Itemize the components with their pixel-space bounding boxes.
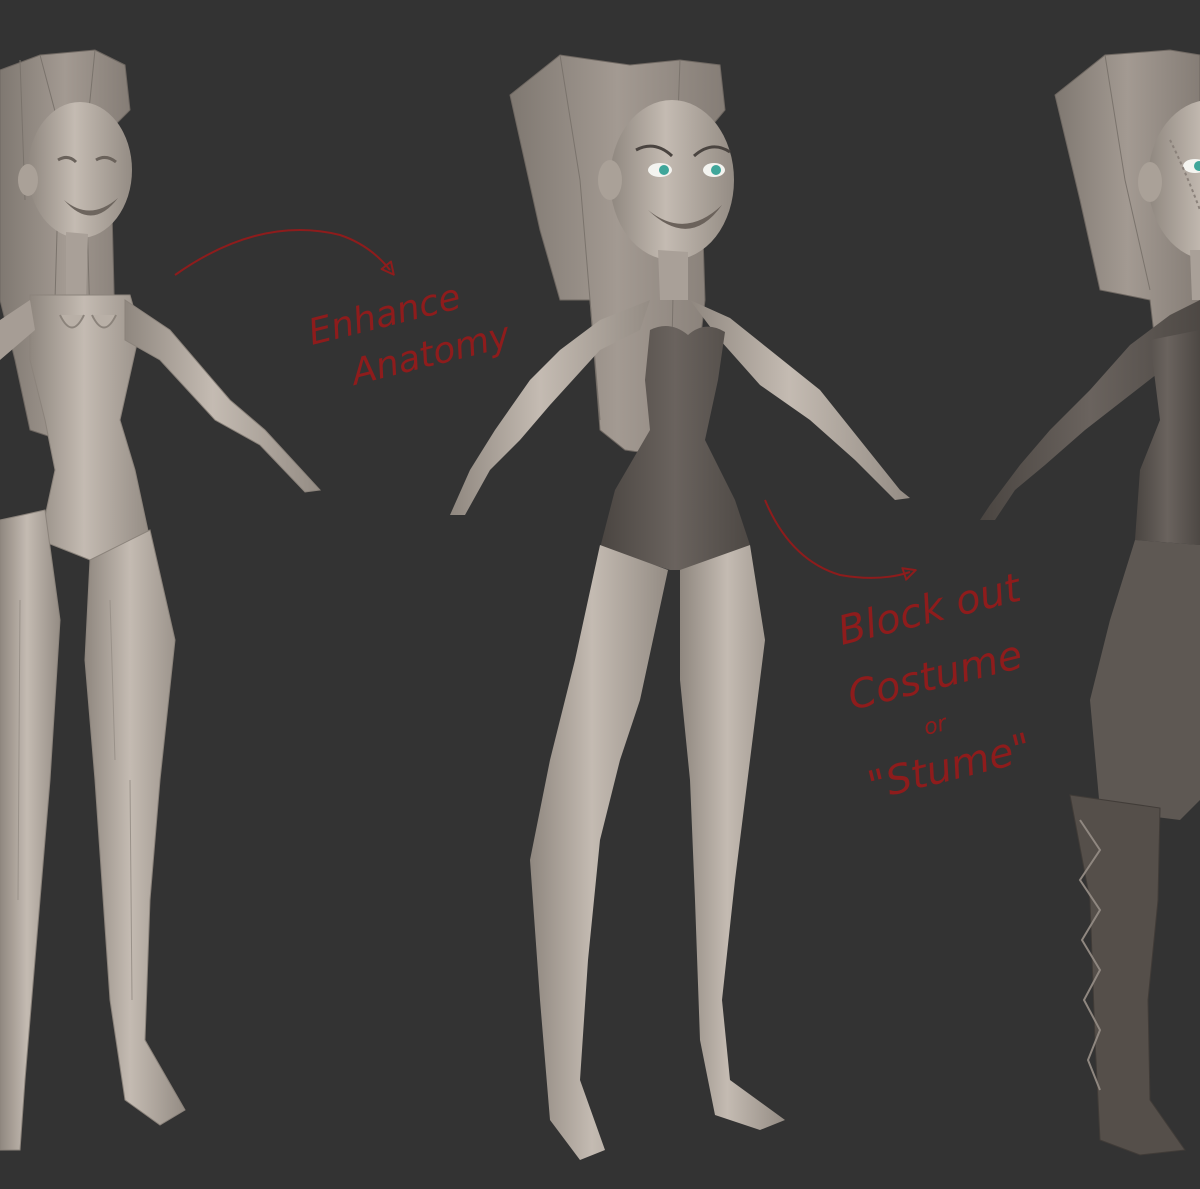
head-anatomy <box>610 100 734 260</box>
boot-costume <box>1069 794 1186 1156</box>
arrow-enhance-anatomy <box>174 229 390 275</box>
leg-left-anatomy <box>530 545 668 1160</box>
annotation-block-out-costume: Block out Costume or "Stume" <box>764 499 1036 810</box>
note-costume-line3: or <box>921 711 951 741</box>
leg-right-blockout <box>84 529 186 1126</box>
arm-right-blockout <box>124 299 322 493</box>
leg-left-blockout <box>0 509 61 1151</box>
head-blockout <box>28 102 132 238</box>
sculpt-progress-scene: Enhance Anatomy Block out Costume or "St… <box>0 49 1200 1160</box>
annotation-enhance-anatomy: Enhance Anatomy <box>174 229 515 394</box>
arm-right-anatomy <box>690 300 910 500</box>
note-costume-line4: "Stume" <box>863 725 1036 810</box>
arrow-block-out-costume <box>764 499 910 578</box>
leg-costume <box>1090 540 1200 820</box>
leg-right-anatomy <box>680 545 785 1130</box>
figure-blockout <box>0 49 322 1151</box>
